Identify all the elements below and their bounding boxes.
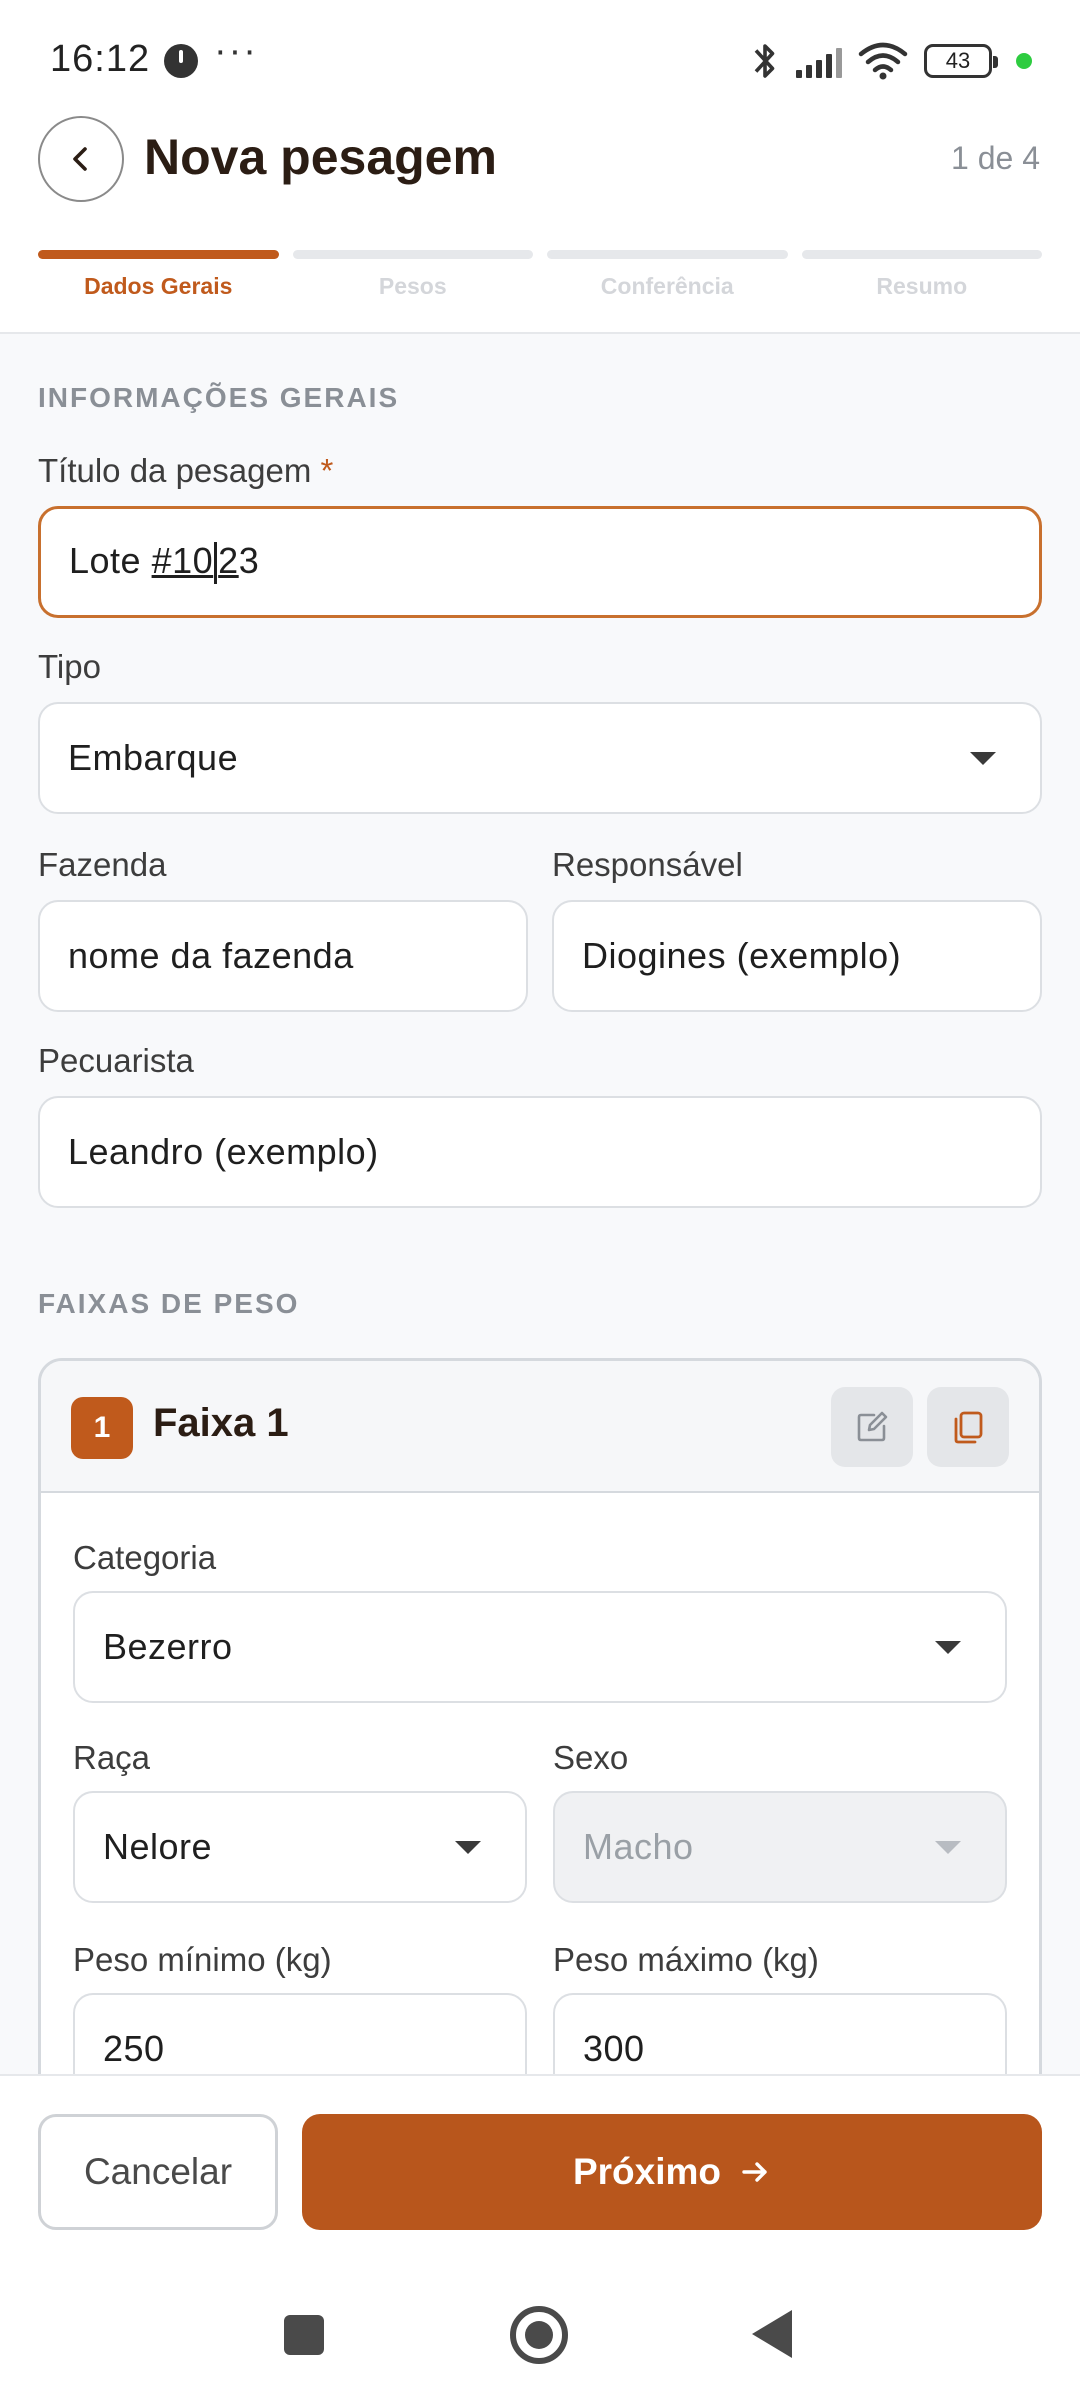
home-icon (525, 2321, 553, 2349)
system-back-button[interactable] (752, 2310, 792, 2358)
back-button[interactable] (38, 116, 124, 202)
step-dados-gerais[interactable]: Dados Gerais (38, 250, 279, 300)
step-pesos[interactable]: Pesos (292, 250, 533, 300)
step-label: Resumo (876, 273, 968, 299)
card-header: 1 Faixa 1 (41, 1361, 1039, 1493)
categoria-select[interactable]: Bezerro (73, 1591, 1007, 1703)
arrow-right-icon (742, 2162, 767, 2182)
raca-label: Raça (73, 1739, 151, 1776)
step-label: Conferência (600, 273, 734, 299)
categoria-label: Categoria (73, 1539, 217, 1576)
categoria-value: Bezerro (103, 1626, 233, 1667)
step-bar (38, 250, 279, 259)
sexo-label: Sexo (553, 1739, 629, 1776)
more-notifications-icon: ··· (214, 30, 258, 72)
responsavel-input[interactable]: Diogines (exemplo) (552, 900, 1042, 1012)
pecuarista-input[interactable]: Leandro (exemplo) (38, 1096, 1042, 1208)
cancel-button[interactable]: Cancelar (38, 2114, 278, 2230)
pecuarista-value: Leandro (exemplo) (68, 1131, 379, 1172)
status-bar: 16:12 ··· 43 (0, 0, 1080, 110)
section-title-ranges: FAIXAS DE PESO (38, 1288, 300, 1319)
stepper: Dados Gerais Pesos Conferência Resumo (38, 250, 1042, 300)
sexo-value: Macho (583, 1826, 694, 1867)
peso-minimo-label: Peso mínimo (kg) (73, 1941, 332, 1978)
status-time: 16:12 (50, 38, 151, 80)
step-label: Dados Gerais (84, 273, 233, 299)
signal-icon (796, 44, 842, 78)
text-cursor (214, 542, 218, 585)
responsavel-label: Responsável (552, 846, 743, 883)
step-resumo[interactable]: Resumo (801, 250, 1042, 300)
required-mark: * (320, 452, 334, 489)
step-label: Pesos (378, 273, 447, 299)
fazenda-input[interactable]: nome da fazenda (38, 900, 528, 1012)
edit-button[interactable] (831, 1387, 913, 1467)
page-title: Nova pesagem (144, 129, 497, 185)
raca-value: Nelore (103, 1826, 213, 1867)
bluetooth-icon (754, 44, 775, 78)
duplicate-button[interactable] (927, 1387, 1009, 1467)
privacy-dot-icon (1016, 53, 1032, 69)
battery-icon: 43 (924, 44, 998, 78)
fazenda-label: Fazenda (38, 846, 167, 883)
step-bar (801, 250, 1042, 259)
wifi-icon (858, 42, 908, 80)
peso-minimo-input[interactable]: 250 (73, 1993, 527, 2074)
dropdown-arrow-icon (970, 752, 996, 765)
edit-icon (857, 1411, 888, 1442)
step-bar (547, 250, 788, 259)
dropdown-arrow-icon (935, 1841, 961, 1854)
system-nav-bar (0, 2290, 1080, 2380)
chevron-left-icon (73, 147, 87, 171)
title-field-label: Título da pesagem * (38, 452, 333, 490)
battery-level: 43 (945, 48, 971, 73)
tipo-label: Tipo (38, 648, 101, 685)
peso-maximo-input[interactable]: 300 (553, 1993, 1007, 2074)
tipo-select[interactable]: Embarque (38, 702, 1042, 814)
weight-range-card: 1 Faixa 1 Categoria Bezerro Raça Nelore … (38, 1358, 1042, 2074)
clock-icon (164, 44, 198, 78)
peso-minimo-value: 250 (103, 2028, 165, 2069)
responsavel-value: Diogines (exemplo) (582, 935, 902, 976)
next-button[interactable]: Próximo (302, 2114, 1042, 2230)
title-input-value: Lote #10 23 (69, 540, 259, 585)
peso-maximo-label: Peso máximo (kg) (553, 1941, 819, 1978)
form-content[interactable]: INFORMAÇÕES GERAIS Título da pesagem * L… (0, 334, 1080, 2074)
step-bar (292, 250, 533, 259)
step-conferencia[interactable]: Conferência (547, 250, 788, 300)
step-counter: 1 de 4 (951, 140, 1040, 176)
status-icons: 43 (750, 38, 1032, 84)
raca-select[interactable]: Nelore (73, 1791, 527, 1903)
pecuarista-label: Pecuarista (38, 1042, 194, 1079)
section-title-general: INFORMAÇÕES GERAIS (38, 382, 400, 413)
dropdown-arrow-icon (935, 1641, 961, 1654)
card-title: Faixa 1 (153, 1401, 289, 1445)
title-input[interactable]: Lote #10 23 (38, 506, 1042, 618)
home-button[interactable] (510, 2306, 568, 2364)
sexo-select: Macho (553, 1791, 1007, 1903)
next-button-label: Próximo (572, 2151, 722, 2192)
dropdown-arrow-icon (455, 1841, 481, 1854)
header: Nova pesagem 1 de 4 Dados Gerais Pesos C… (0, 110, 1080, 320)
recents-button[interactable] (284, 2315, 324, 2355)
copy-icon (954, 1411, 983, 1444)
tipo-value: Embarque (68, 737, 239, 778)
range-number-badge: 1 (71, 1397, 133, 1459)
title-label-text: Título da pesagem (38, 452, 312, 489)
peso-maximo-value: 300 (583, 2028, 645, 2069)
fazenda-value: nome da fazenda (68, 935, 354, 976)
